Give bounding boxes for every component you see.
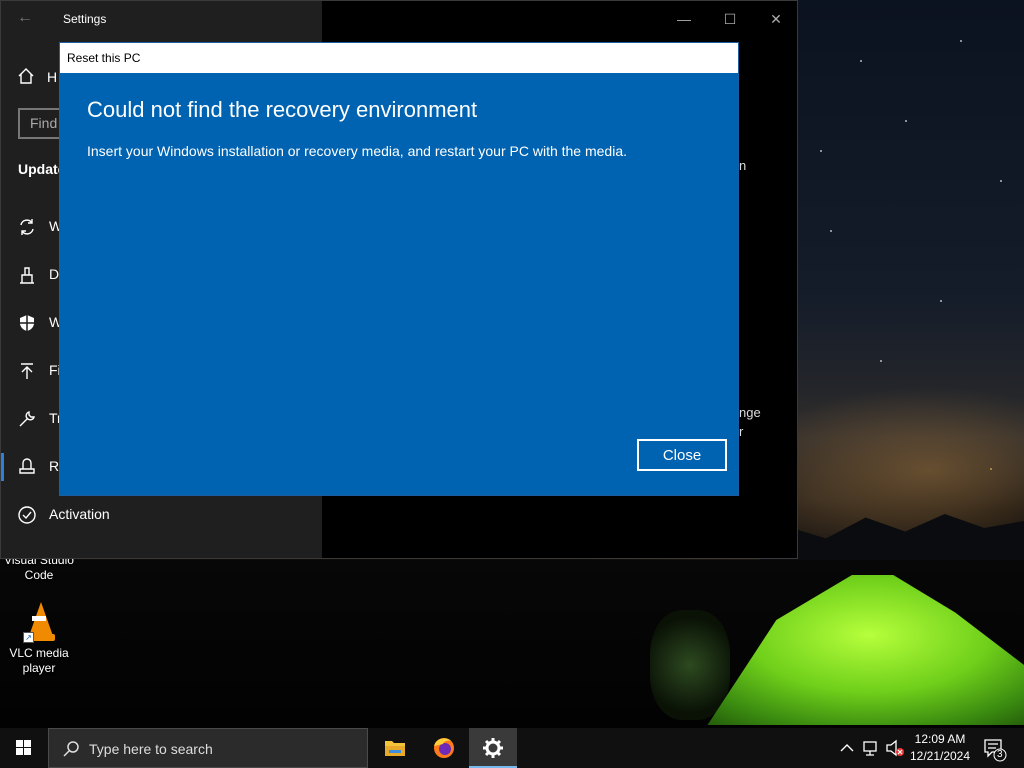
start-button[interactable] bbox=[0, 728, 48, 768]
desktop-icon-vlc[interactable]: ↗ VLC media player bbox=[0, 602, 78, 676]
dialog-titlebar: Reset this PC bbox=[60, 43, 738, 73]
vlc-cone-icon: ↗ bbox=[23, 602, 55, 643]
shortcut-arrow-icon: ↗ bbox=[23, 632, 34, 643]
close-button[interactable]: Close bbox=[637, 439, 727, 471]
folder-icon bbox=[385, 741, 405, 756]
taskbar-search-box[interactable]: Type here to search bbox=[48, 728, 368, 768]
content-peek-text: n bbox=[739, 158, 747, 173]
taskbar-settings[interactable] bbox=[469, 728, 517, 768]
desktop-icon-label: VLC media bbox=[9, 646, 69, 660]
search-placeholder: Type here to search bbox=[89, 741, 213, 757]
taskbar-clock[interactable]: 12:09 AM 12/21/2024 bbox=[906, 731, 974, 765]
network-icon[interactable] bbox=[860, 728, 882, 768]
sidebar-item-label: H bbox=[47, 69, 58, 85]
window-title: Settings bbox=[63, 12, 107, 26]
backup-arrow-icon bbox=[21, 363, 33, 379]
sync-icon bbox=[20, 219, 34, 235]
sidebar-item-label: D bbox=[49, 266, 60, 282]
windows-logo-icon bbox=[16, 740, 31, 755]
taskbar-firefox[interactable] bbox=[420, 728, 468, 768]
taskbar-file-explorer[interactable] bbox=[371, 728, 419, 768]
check-circle-icon bbox=[18, 506, 36, 524]
recovery-icon bbox=[19, 458, 35, 474]
sidebar-item-label: R bbox=[49, 458, 60, 474]
dialog-heading: Could not find the recovery environment bbox=[87, 97, 478, 122]
dialog-title: Reset this PC bbox=[67, 51, 141, 65]
volume-muted-icon[interactable] bbox=[884, 728, 906, 768]
sidebar-item-activation[interactable]: Activation bbox=[1, 491, 322, 539]
gear-icon bbox=[483, 738, 503, 758]
content-peek-text: nge bbox=[739, 405, 761, 420]
notification-icon bbox=[984, 739, 1007, 762]
back-arrow-icon[interactable]: ← bbox=[17, 9, 37, 29]
notification-count-badge: 3 bbox=[997, 749, 1003, 760]
desktop-icon-label: Code bbox=[24, 568, 54, 582]
dialog-message: Insert your Windows installation or reco… bbox=[87, 143, 628, 159]
action-center-button[interactable]: 3 bbox=[980, 728, 1010, 768]
firefox-icon bbox=[434, 738, 454, 758]
close-window-button[interactable]: ✕ bbox=[753, 1, 799, 37]
wrench-icon bbox=[19, 411, 35, 427]
clock-time: 12:09 AM bbox=[914, 732, 966, 746]
maximize-button[interactable]: ☐ bbox=[707, 1, 753, 37]
taskbar: Type here to search 12:09 AM 12/21/2024 bbox=[0, 728, 1024, 768]
content-peek-text: r bbox=[739, 424, 744, 439]
search-icon bbox=[63, 741, 79, 757]
settings-titlebar: ← Settings — ☐ ✕ bbox=[1, 1, 797, 37]
clock-date: 12/21/2024 bbox=[909, 749, 971, 763]
minimize-button[interactable]: — bbox=[661, 1, 707, 37]
delivery-optimization-icon bbox=[20, 267, 34, 284]
sidebar-item-label: Activation bbox=[49, 506, 110, 522]
bush bbox=[650, 610, 730, 720]
home-icon bbox=[18, 68, 34, 84]
sidebar-item-home[interactable]: H bbox=[17, 67, 57, 85]
desktop-icon-label: player bbox=[22, 661, 56, 675]
reset-pc-dialog: Reset this PC Could not find the recover… bbox=[59, 42, 739, 496]
shield-icon bbox=[20, 315, 34, 331]
show-hidden-icons-chevron-icon[interactable] bbox=[838, 728, 856, 768]
